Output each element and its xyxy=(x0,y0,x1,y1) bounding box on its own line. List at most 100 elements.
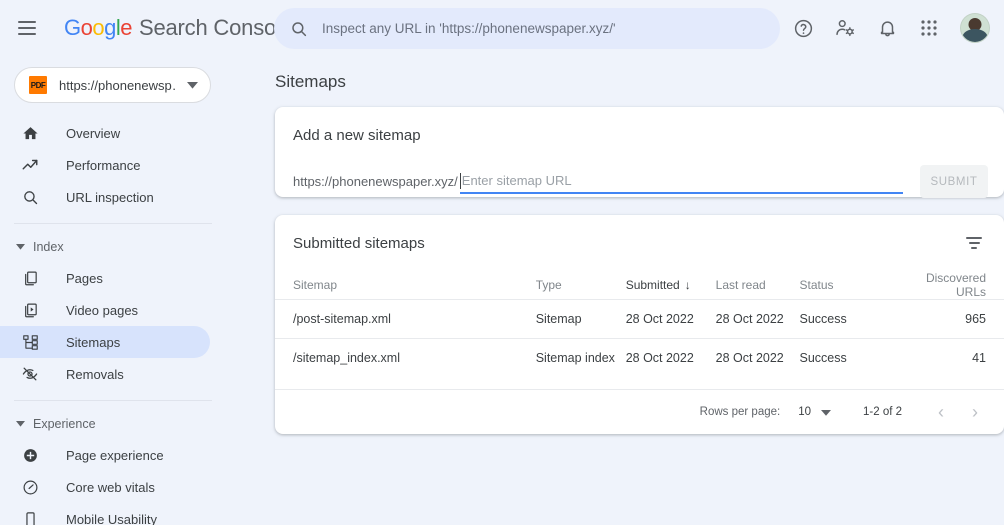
sidebar-item-label: Page experience xyxy=(66,447,164,463)
column-header-submitted-label: Submitted xyxy=(625,278,680,292)
rows-per-page-select[interactable]: 10 xyxy=(798,403,831,421)
main-content: Sitemaps Add a new sitemap https://phone… xyxy=(230,56,1004,525)
sitemaps-table: Sitemap Type Submitted ↓ Last read Status… xyxy=(275,271,1004,378)
sitemap-url-field[interactable] xyxy=(459,169,903,194)
sidebar-item-label: Video pages xyxy=(66,302,139,318)
property-label: https://phonenewsp… xyxy=(59,77,177,93)
cell-submitted: 28 Oct 2022 xyxy=(625,312,694,326)
sidebar-item-mobile-usability[interactable]: Mobile Usability xyxy=(0,503,210,525)
column-header-submitted[interactable]: Submitted ↓ xyxy=(626,271,716,300)
add-sitemap-card: Add a new sitemap https://phonenewspaper… xyxy=(275,107,1004,198)
sidebar-item-label: Core web vitals xyxy=(66,479,155,495)
cell-sitemap[interactable]: /sitemap_index.xml xyxy=(275,339,536,378)
caret-down-icon xyxy=(821,403,831,421)
column-header-status[interactable]: Status xyxy=(799,271,896,300)
sitemaps-table-head: Sitemap Type Submitted ↓ Last read Status… xyxy=(275,271,1004,300)
pagination-range-label: 1-2 of 2 xyxy=(863,406,902,418)
cell-status: Success xyxy=(799,351,847,366)
submit-button[interactable]: SUBMIT xyxy=(920,165,988,198)
cell-discovered-urls: 965 xyxy=(965,312,986,326)
sidebar-index-list: Pages Video pages Sitemaps Removals xyxy=(0,262,230,390)
cell-last-read: 28 Oct 2022 xyxy=(715,312,784,326)
add-sitemap-title: Add a new sitemap xyxy=(293,127,421,144)
sidebar-item-performance[interactable]: Performance xyxy=(0,149,210,181)
sidebar-item-pages[interactable]: Pages xyxy=(0,262,210,294)
filter-line xyxy=(968,242,980,244)
hamburger-line xyxy=(18,27,36,29)
google-logo: Google xyxy=(64,15,133,40)
chevron-right-icon: › xyxy=(972,402,978,422)
site-favicon-icon: PDF xyxy=(28,75,48,95)
sidebar-section-label: Index xyxy=(33,240,64,254)
cell-last-read: 28 Oct 2022 xyxy=(715,351,784,366)
caret-down-icon xyxy=(16,244,25,250)
sitemap-url-input[interactable] xyxy=(460,169,903,192)
sidebar-section-label: Experience xyxy=(33,417,96,431)
sidebar-item-page-experience[interactable]: Page experience xyxy=(0,439,210,471)
sitemaps-table-body: /post-sitemap.xml Sitemap 28 Oct 2022 28… xyxy=(275,299,1004,378)
sidebar-item-overview[interactable]: Overview xyxy=(0,117,210,149)
user-avatar[interactable] xyxy=(960,13,990,43)
sidebar-section-experience[interactable]: Experience xyxy=(0,409,230,439)
filter-line xyxy=(971,247,977,249)
notifications-bell-icon[interactable] xyxy=(868,9,906,47)
table-row[interactable]: /post-sitemap.xml Sitemap 28 Oct 2022 28… xyxy=(275,299,1004,339)
column-header-discovered-urls[interactable]: Discovered URLs xyxy=(897,271,1004,300)
property-selector[interactable]: PDF https://phonenewsp… xyxy=(14,67,211,103)
add-sitemap-row: https://phonenewspaper.xyz/ SUBMIT xyxy=(293,165,988,198)
sidebar-item-core-web-vitals[interactable]: Core web vitals xyxy=(0,471,210,503)
help-icon[interactable] xyxy=(784,9,822,47)
column-header-last-read[interactable]: Last read xyxy=(716,271,800,300)
top-bar-actions xyxy=(784,0,996,56)
sort-descending-arrow-icon: ↓ xyxy=(684,278,691,292)
top-app-bar: Google Search Console xyxy=(0,0,1004,56)
sidebar-item-label: Performance xyxy=(66,157,141,173)
cell-type: Sitemap xyxy=(535,312,582,326)
cell-submitted: 28 Oct 2022 xyxy=(625,351,694,366)
table-pagination: Rows per page: 10 1-2 of 2 ‹ › xyxy=(275,389,1004,434)
sidebar-experience-list: Page experience Core web vitals Mobile U… xyxy=(0,439,230,525)
mobile-phone-icon xyxy=(20,509,40,525)
sidebar-item-removals[interactable]: Removals xyxy=(0,358,210,390)
rows-per-page-value: 10 xyxy=(798,406,811,418)
next-page-button[interactable]: › xyxy=(958,395,992,429)
sitemap-url-prefix: https://phonenewspaper.xyz/ xyxy=(293,174,458,189)
cell-type: Sitemap index xyxy=(535,351,615,366)
page-title: Sitemaps xyxy=(275,72,346,91)
submitted-sitemaps-title: Submitted sitemaps xyxy=(293,234,425,252)
table-row[interactable]: /sitemap_index.xml Sitemap index 28 Oct … xyxy=(275,338,1004,378)
pages-copy-icon xyxy=(20,268,40,288)
sidebar-item-url-inspection[interactable]: URL inspection xyxy=(0,181,210,213)
home-icon xyxy=(20,123,40,143)
sidebar-item-label: Mobile Usability xyxy=(66,511,158,525)
search-icon xyxy=(20,187,40,207)
filter-line xyxy=(966,237,982,239)
gauge-icon xyxy=(20,477,40,497)
app-brand[interactable]: Google Search Console xyxy=(64,15,293,41)
sidebar-divider xyxy=(14,223,212,224)
column-header-sitemap[interactable]: Sitemap xyxy=(275,271,536,300)
sidebar-nav: PDF https://phonenewsp… Overview Perform… xyxy=(0,56,230,525)
hamburger-line xyxy=(18,21,36,23)
caret-down-icon xyxy=(16,421,25,427)
sidebar-section-index[interactable]: Index xyxy=(0,232,230,262)
page-experience-icon xyxy=(20,445,40,465)
cell-discovered-urls: 41 xyxy=(972,351,986,366)
filter-list-icon[interactable] xyxy=(958,227,990,259)
sidebar-item-label: Sitemaps xyxy=(66,334,121,350)
sidebar-item-video-pages[interactable]: Video pages xyxy=(0,294,210,326)
sidebar-divider xyxy=(14,400,212,401)
sidebar-item-label: URL inspection xyxy=(66,189,154,205)
sitemaps-tree-icon xyxy=(20,332,40,352)
url-inspection-search-bar[interactable] xyxy=(274,8,780,49)
sidebar-item-sitemaps[interactable]: Sitemaps xyxy=(0,326,210,358)
cell-sitemap[interactable]: /post-sitemap.xml xyxy=(275,300,536,339)
hamburger-line xyxy=(18,33,36,35)
search-input[interactable] xyxy=(322,21,780,36)
google-apps-grid-icon[interactable] xyxy=(910,9,948,47)
hamburger-menu-icon[interactable] xyxy=(18,16,42,40)
account-settings-icon[interactable] xyxy=(826,9,864,47)
column-header-type[interactable]: Type xyxy=(536,271,626,300)
eye-off-icon xyxy=(20,364,40,384)
previous-page-button[interactable]: ‹ xyxy=(924,395,958,429)
